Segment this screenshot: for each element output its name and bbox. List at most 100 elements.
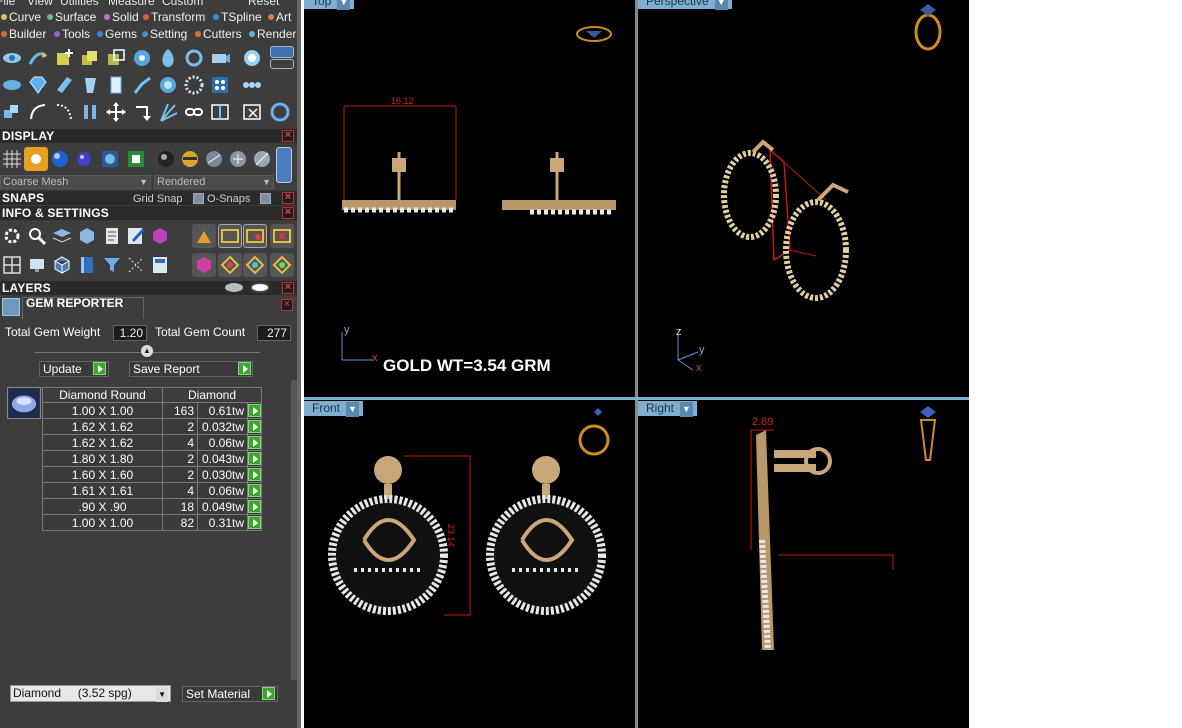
tab-curve[interactable]: Curve (1, 10, 41, 24)
row-select-button[interactable] (247, 498, 262, 515)
gem-count-icon[interactable] (270, 253, 294, 277)
select-window-icon[interactable] (218, 224, 242, 248)
column-header-material[interactable]: Diamond (162, 387, 262, 403)
camera-icon[interactable] (208, 46, 232, 70)
table-row[interactable]: .90 X .90 18 0.049tw (42, 498, 262, 515)
diamond-icon[interactable] (26, 73, 50, 97)
purple-sphere-icon[interactable] (72, 147, 96, 171)
split-icon[interactable] (208, 100, 232, 124)
tab-solid[interactable]: Solid (104, 10, 139, 24)
round-gem-thumbnail[interactable] (7, 387, 41, 419)
blue-sphere-icon[interactable] (48, 147, 72, 171)
baguette-icon[interactable] (52, 73, 76, 97)
pave-icon[interactable] (240, 46, 264, 70)
menu-custom[interactable]: Custom (162, 0, 203, 8)
close-icon[interactable]: × (282, 207, 294, 219)
eye-solid-icon[interactable] (0, 73, 24, 97)
tapered-gem-icon[interactable] (78, 73, 102, 97)
pave-grid-icon[interactable] (208, 73, 232, 97)
play-icon[interactable] (262, 687, 275, 700)
play-icon[interactable] (248, 468, 261, 481)
play-icon[interactable] (248, 516, 261, 529)
tab-tools[interactable]: Tools (54, 27, 90, 41)
purple-box-icon[interactable] (148, 224, 172, 248)
close-icon[interactable]: × (281, 299, 293, 311)
grid-snap-checkbox[interactable] (193, 193, 204, 204)
play-icon[interactable] (238, 362, 251, 375)
table-row[interactable]: 1.62 X 1.62 4 0.06tw (42, 434, 262, 451)
tab-art[interactable]: Art (268, 10, 291, 24)
wire-cube-icon[interactable] (50, 253, 74, 277)
document-icon[interactable] (148, 253, 172, 277)
column-header-size[interactable]: Diamond Round (42, 387, 163, 403)
close-icon[interactable]: × (282, 192, 294, 204)
gem-ring-icon[interactable] (182, 46, 206, 70)
render-mode-select[interactable]: Rendered ▼ (154, 175, 274, 189)
tab-cutters[interactable]: Cutters (195, 27, 242, 41)
play-icon[interactable] (248, 420, 261, 433)
table-row[interactable]: 1.62 X 1.62 2 0.032tw (42, 418, 262, 435)
array-icon[interactable] (156, 100, 180, 124)
move-icon[interactable] (104, 100, 128, 124)
channel-icon[interactable] (240, 73, 264, 97)
pear-gem-icon[interactable] (156, 46, 180, 70)
grid-green-icon[interactable] (124, 147, 148, 171)
bezel-icon[interactable] (156, 73, 180, 97)
tab-surface[interactable]: Surface (47, 10, 96, 24)
close-icon[interactable]: × (282, 282, 294, 294)
menu-file[interactable]: File (0, 0, 15, 8)
row-select-button[interactable] (247, 402, 262, 419)
display-scroll-icon[interactable] (276, 147, 292, 183)
gem-select-icon[interactable] (192, 253, 216, 277)
material-select[interactable]: Diamond (3.52 spg) ▼ (10, 685, 171, 702)
panel-toggle-2-icon[interactable] (270, 59, 294, 69)
row-select-button[interactable] (247, 514, 262, 531)
viewport-top[interactable]: Top ▼ 16.12 y x GOLD WT=3.54 GRM (304, 0, 635, 397)
matte-sphere-icon[interactable] (154, 147, 178, 171)
curve-arrow-icon[interactable] (26, 46, 50, 70)
edit-pencil-icon[interactable] (124, 224, 148, 248)
play-icon[interactable] (248, 436, 261, 449)
select-cross-icon[interactable] (243, 224, 267, 248)
emerald-cut-icon[interactable] (104, 73, 128, 97)
viewport-right[interactable]: Right ▼ 2.89 (638, 400, 969, 728)
xray-sphere-icon[interactable] (250, 147, 274, 171)
play-icon[interactable] (248, 500, 261, 513)
play-icon[interactable] (248, 452, 261, 465)
o-snaps-checkbox[interactable] (260, 193, 271, 204)
curve-line-icon[interactable] (26, 100, 50, 124)
gem-pick-icon[interactable] (218, 253, 242, 277)
link-icon[interactable] (182, 100, 206, 124)
wireframe-icon[interactable] (0, 147, 24, 171)
menu-reset[interactable]: Reset (248, 0, 279, 8)
circle-tool-icon[interactable] (268, 100, 292, 124)
table-row[interactable]: 1.00 X 1.00 82 0.31tw (42, 514, 262, 531)
deselect-icon[interactable] (270, 224, 294, 248)
mesh-mode-select[interactable]: Coarse Mesh ▼ (0, 175, 151, 189)
render-mode-icon[interactable] (24, 147, 48, 171)
save-report-button[interactable]: Save Report (129, 361, 253, 377)
settings-gear-icon[interactable] (0, 224, 24, 248)
row-select-button[interactable] (247, 434, 262, 451)
copy-object-icon[interactable] (104, 46, 128, 70)
halo-icon[interactable] (182, 73, 206, 97)
menu-view[interactable]: View (27, 0, 53, 8)
four-view-icon[interactable] (0, 253, 24, 277)
shine-sphere-icon[interactable] (226, 147, 250, 171)
tab-setting[interactable]: Setting (142, 27, 187, 41)
gold-sphere-icon[interactable] (178, 147, 202, 171)
scissors-icon[interactable] (240, 100, 264, 124)
viewport-front[interactable]: Front ▼ 23.14 (304, 400, 635, 728)
viewport-splitter-vertical[interactable] (635, 0, 638, 728)
layers-section-header[interactable]: LAYERS × (0, 281, 298, 295)
collapse-icon[interactable]: ▲ (141, 345, 153, 357)
rail-icon[interactable] (52, 100, 76, 124)
table-row[interactable]: 1.60 X 1.60 2 0.030tw (42, 466, 262, 483)
viewport-perspective[interactable]: Perspective ▼ z y x (638, 0, 969, 397)
add-object-icon[interactable] (52, 46, 76, 70)
row-select-button[interactable] (247, 466, 262, 483)
environment-icon[interactable] (98, 147, 122, 171)
gem-sort-icon[interactable] (243, 253, 267, 277)
gold-tool-icon[interactable] (192, 224, 216, 248)
table-row[interactable]: 1.00 X 1.00 163 0.61tw (42, 402, 262, 419)
